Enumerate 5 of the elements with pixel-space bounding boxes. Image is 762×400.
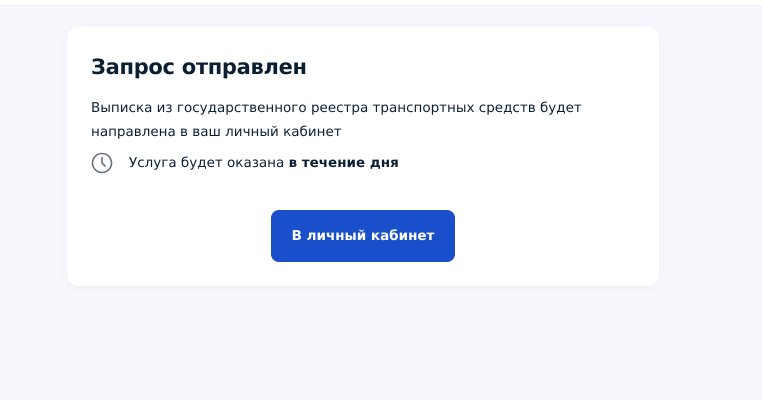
cabinet-button[interactable]: В личный кабинет	[271, 210, 455, 262]
clock-icon	[91, 152, 113, 174]
timing-text: Услуга будет оказана в течение дня	[129, 154, 399, 173]
card-title: Запрос отправлен	[91, 54, 308, 81]
description-text: Выписка из государственного реестра транспортных средств будет направлена в ваш личный кабинет	[91, 99, 583, 142]
